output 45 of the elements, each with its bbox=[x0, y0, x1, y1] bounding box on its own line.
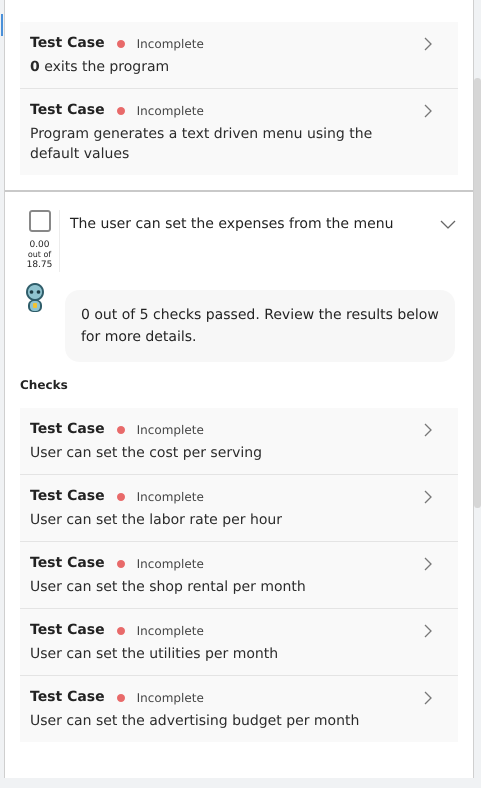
status-label: Incomplete bbox=[136, 690, 204, 706]
chevron-down-icon[interactable] bbox=[440, 220, 456, 229]
chevron-right-icon bbox=[424, 624, 432, 638]
test-case-description: 0 exits the program bbox=[30, 58, 170, 77]
test-case-description: User can set the cost per serving bbox=[30, 444, 264, 463]
test-case-row[interactable]: Test Case Incomplete User can set the utilities per month bbox=[20, 609, 458, 676]
criterion-title: The user can set the expenses from the menu bbox=[70, 215, 394, 234]
test-case-title: Test Case bbox=[30, 487, 105, 506]
test-case-row[interactable]: Test Case Incomplete Program generates a text driven menu using the default values bbox=[20, 89, 458, 175]
test-case-title: Test Case bbox=[30, 621, 105, 640]
test-case-row[interactable]: Test Case Incomplete User can set the advertising budget per month bbox=[20, 676, 458, 742]
criterion-checkbox[interactable] bbox=[28, 210, 50, 232]
score-text: 0.00 bbox=[29, 240, 50, 250]
chevron-right-icon bbox=[424, 690, 432, 704]
status-label: Incomplete bbox=[136, 102, 204, 120]
test-case-title: Test Case bbox=[30, 101, 105, 120]
test-case-description: User can set the utilities per month bbox=[30, 645, 280, 664]
test-case-description: User can set the advertising budget per month bbox=[30, 712, 360, 731]
test-case-title: Test Case bbox=[30, 420, 105, 439]
score-text: out of bbox=[28, 250, 52, 260]
section-heading: Checks bbox=[19, 377, 69, 394]
status-label: Incomplete bbox=[136, 36, 204, 52]
status-label: Incomplete bbox=[136, 556, 204, 572]
test-case-row[interactable]: Test Case Incomplete User can set the shop rental per month bbox=[20, 542, 458, 609]
test-case-description: User can set the shop rental per month bbox=[30, 578, 307, 597]
message-bubble: 0 out of 5 checks passed. Review the results below for more details. bbox=[65, 290, 455, 362]
chevron-right-icon bbox=[424, 422, 432, 436]
test-case-description: User can set the labor rate per hour bbox=[30, 511, 284, 530]
test-case-row[interactable]: Test Case Incomplete User can set the cost per serving bbox=[20, 408, 458, 475]
chevron-right-icon bbox=[424, 104, 432, 118]
test-case-title: Test Case bbox=[30, 554, 105, 573]
status-label: Incomplete bbox=[136, 622, 204, 640]
score-text: 18.75 bbox=[26, 260, 52, 270]
status-label: Incomplete bbox=[136, 488, 204, 506]
chevron-right-icon bbox=[424, 490, 432, 504]
chevron-right-icon bbox=[424, 556, 432, 570]
scrollbar[interactable] bbox=[474, 78, 481, 508]
test-case-row[interactable]: Test Case Incomplete 0 exits the program bbox=[20, 22, 458, 89]
test-case-title: Test Case bbox=[30, 688, 105, 707]
test-case-title: Test Case bbox=[30, 34, 105, 53]
status-label: Incomplete bbox=[136, 422, 204, 438]
chevron-right-icon bbox=[424, 36, 432, 50]
test-case-row[interactable]: Test Case Incomplete User can set the labor rate per hour bbox=[20, 475, 458, 542]
active-marker bbox=[1, 14, 3, 36]
test-case-description: Program generates a text driven menu using the default values bbox=[30, 125, 374, 164]
